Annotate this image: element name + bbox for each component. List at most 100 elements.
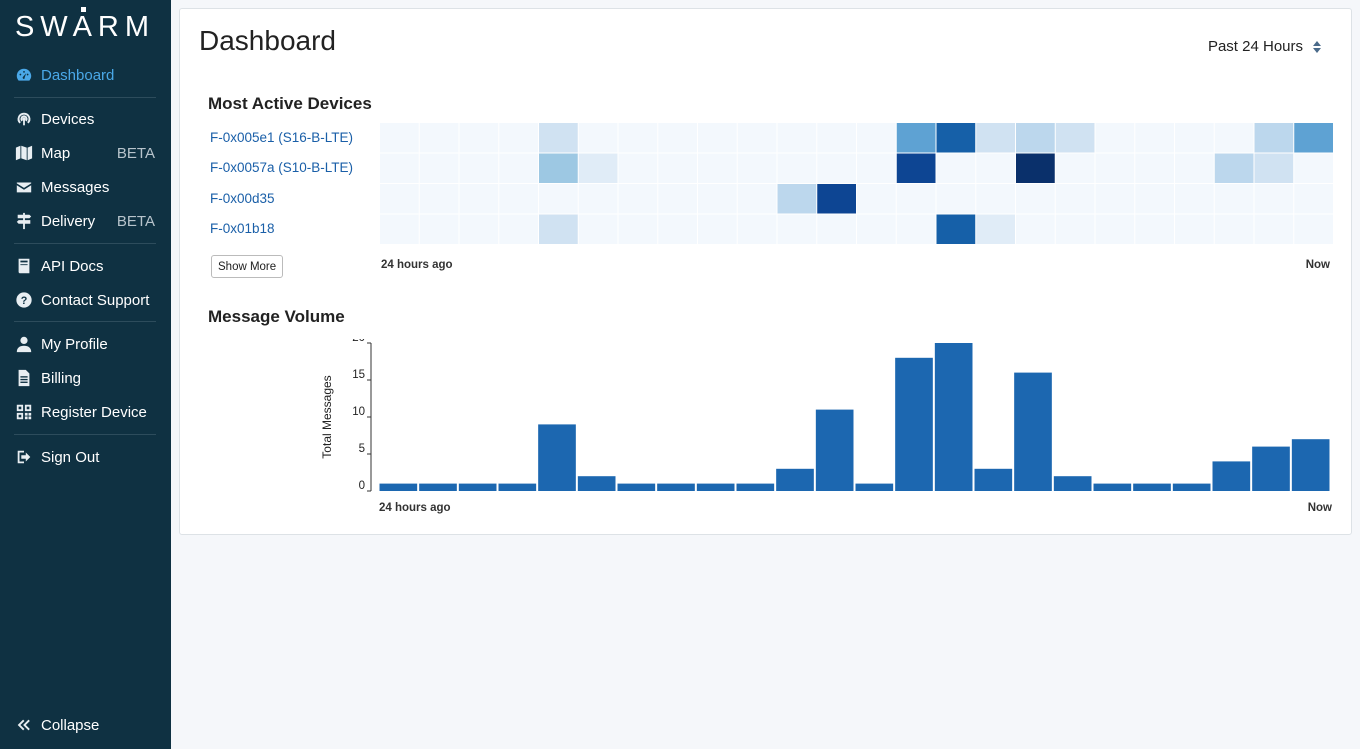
- heatmap-cell: [419, 184, 459, 214]
- volume-bar: [776, 468, 814, 491]
- sidebar-item-label: Billing: [41, 369, 82, 387]
- heatmap-cell: [1016, 214, 1055, 244]
- heatmap-cell: [618, 184, 658, 214]
- volume-bar: [934, 343, 973, 491]
- heatmap-cell: [896, 123, 936, 153]
- device-link[interactable]: F-0x0057a (S10-B-LTE): [210, 160, 353, 175]
- sidebar-item-sign-out[interactable]: Sign Out: [14, 443, 159, 471]
- sidebar-item-label: API Docs: [41, 257, 104, 275]
- device-link[interactable]: F-0x01b18: [210, 221, 275, 236]
- sidebar-item-label: Contact Support: [41, 291, 150, 309]
- sidebar-item-map[interactable]: Map BETA: [14, 139, 159, 167]
- beta-badge: BETA: [116, 144, 155, 162]
- y-tick-label: 20: [352, 339, 365, 344]
- volume-bar: [1093, 483, 1132, 491]
- heatmap-cell: [1214, 184, 1254, 214]
- volume-bar: [1252, 446, 1290, 491]
- collapse-button[interactable]: Collapse: [14, 711, 159, 739]
- sidebar-item-contact-support[interactable]: ? Contact Support: [14, 286, 159, 314]
- time-range-select[interactable]: Past 24 Hours: [1208, 38, 1321, 55]
- heatmap-cell: [1175, 123, 1214, 153]
- heatmap-cell: [857, 184, 896, 214]
- sidebar-item-register-device[interactable]: Register Device: [14, 398, 159, 426]
- sidebar-item-label: Register Device: [41, 403, 147, 421]
- sidebar-item-billing[interactable]: Billing: [14, 364, 159, 392]
- user-icon: [14, 334, 34, 354]
- heatmap-cell: [1294, 214, 1333, 244]
- heatmap-cell: [1055, 153, 1095, 183]
- time-range-value: Past 24 Hours: [1207, 38, 1303, 55]
- y-axis-label: Total Messages: [320, 375, 334, 458]
- volume-bar: [1014, 372, 1052, 491]
- y-tick-label: 5: [359, 443, 365, 455]
- heatmap-cell: [618, 153, 658, 183]
- sidebar-item-label: Map: [41, 144, 71, 162]
- heatmap-cell: [1254, 184, 1294, 214]
- heatmap-cell: [857, 153, 896, 183]
- svg-text:SWARM: SWARM: [15, 11, 155, 42]
- heatmap-cell: [658, 184, 697, 214]
- sidebar-item-devices[interactable]: Devices: [14, 105, 159, 133]
- heatmap-cell: [1175, 214, 1214, 244]
- sidebar-item-label: Sign Out: [41, 448, 100, 466]
- sidebar-item-api-docs[interactable]: API Docs: [14, 252, 159, 280]
- heatmap-cell: [777, 153, 817, 183]
- heatmap-cell: [539, 153, 578, 183]
- question-icon: ?: [14, 290, 34, 310]
- heatmap-cell: [459, 153, 499, 183]
- heatmap-cell: [976, 214, 1015, 244]
- heatmap-cell: [1175, 184, 1214, 214]
- volume-bar: [538, 424, 576, 491]
- book-icon: [14, 256, 34, 276]
- heatmap-cell: [1294, 184, 1333, 214]
- heatmap-cell: [658, 153, 697, 183]
- heatmap-cell: [1214, 153, 1254, 183]
- heatmap-cell: [499, 123, 538, 153]
- heatmap-cell: [1055, 123, 1095, 153]
- beta-badge: BETA: [116, 212, 155, 230]
- message-volume-title: Message Volume: [208, 307, 345, 326]
- heatmap-cell: [936, 123, 976, 153]
- volume-bar: [1133, 483, 1171, 491]
- sidebar-item-messages[interactable]: Messages: [14, 173, 159, 201]
- heatmap-cell: [1016, 153, 1055, 183]
- heatmap-cell: [618, 214, 658, 244]
- sidebar-item-dashboard[interactable]: Dashboard: [14, 61, 159, 89]
- device-link[interactable]: F-0x005e1 (S16-B-LTE): [210, 130, 353, 145]
- signpost-icon: [14, 211, 34, 231]
- double-chevron-left-icon: [14, 715, 34, 735]
- heatmap-cell: [380, 184, 419, 214]
- heatmap-cell: [1214, 123, 1254, 153]
- sidebar-item-delivery[interactable]: Delivery BETA: [14, 207, 159, 235]
- volume-bar: [974, 468, 1013, 491]
- qrcode-icon: [14, 402, 34, 422]
- show-more-button[interactable]: Show More: [211, 255, 284, 278]
- heatmap-cell: [1095, 153, 1135, 183]
- heatmap-cell: [737, 123, 777, 153]
- heatmap-cell: [539, 214, 578, 244]
- volume-bar: [1172, 483, 1211, 491]
- sidebar: SWARM Dashboard Devices Map BETA Message…: [0, 0, 171, 749]
- device-link[interactable]: F-0x00d35: [210, 191, 275, 206]
- heatmap-cell: [976, 153, 1015, 183]
- heatmap-cell: [499, 184, 538, 214]
- divider: [14, 97, 156, 98]
- heatmap-cell: [419, 214, 459, 244]
- heatmap-cell: [896, 184, 936, 214]
- heatmap-cell: [737, 184, 777, 214]
- sidebar-item-my-profile[interactable]: My Profile: [14, 330, 159, 358]
- swarm-logo[interactable]: SWARM: [9, 6, 161, 42]
- y-tick-label: 0: [359, 480, 365, 492]
- heatmap-cell: [419, 153, 459, 183]
- heatmap-cell: [380, 123, 419, 153]
- sort-arrows-icon: [1313, 40, 1321, 53]
- heatmap-cell: [380, 214, 419, 244]
- heatmap-x-end-label: Now: [1305, 259, 1330, 271]
- volume-bar: [895, 357, 933, 491]
- volume-bar: [696, 483, 735, 491]
- heatmap-cell: [1254, 123, 1294, 153]
- y-tick-label: 15: [352, 369, 365, 381]
- heatmap-cell: [737, 153, 777, 183]
- heatmap-cell: [817, 184, 856, 214]
- volume-bar: [379, 483, 418, 491]
